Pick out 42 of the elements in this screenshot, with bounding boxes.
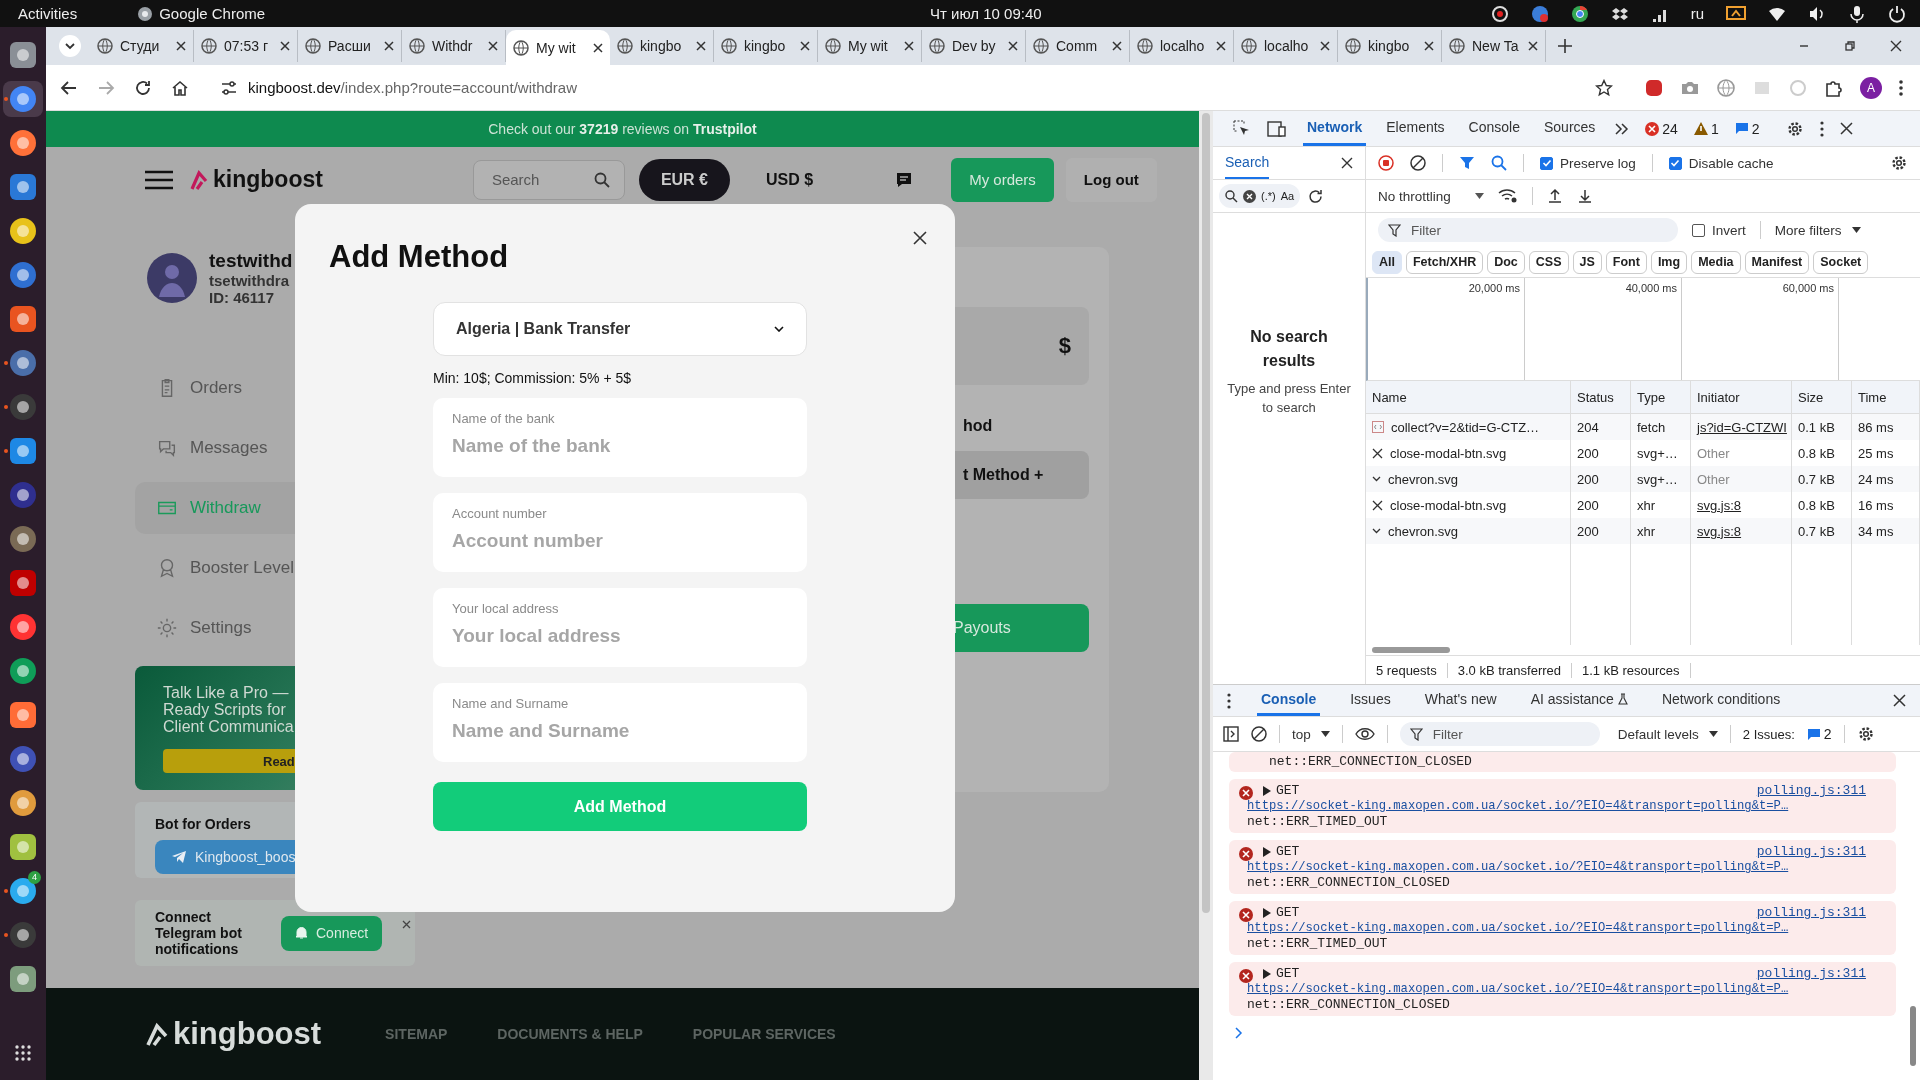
error-message: net::ERR_TIMED_OUT (1247, 936, 1389, 951)
summary-text: 5 requests (1366, 662, 1448, 678)
table-cell: 0.7 kB (1792, 466, 1852, 492)
table-cell: Other (1691, 466, 1792, 492)
table-cell: 200 (1571, 518, 1631, 544)
timeline-tick: 60,000 ms (1782, 282, 1834, 296)
timeline-tick: 40,000 ms (1625, 282, 1677, 296)
error-message: net::ERR_CONNECTION_CLOSED (1247, 997, 1451, 1012)
commission-note: Min: 10$; Commission: 5% + 5$ (433, 370, 633, 386)
timeline-tick: 20,000 ms (1468, 282, 1520, 296)
table-cell: 24 ms (1852, 466, 1920, 492)
user-login: tsetwithdra (209, 272, 290, 289)
section-heading: hod (962, 417, 994, 435)
issues-label: 2 Issues: (1742, 726, 1795, 742)
bot-title: Bot for Orders (155, 816, 252, 832)
field-label: Account number (452, 506, 548, 521)
table-cell: 0.7 kB (1792, 518, 1852, 544)
table-cell: xhr (1631, 518, 1691, 544)
empty-state-title: No search results (1249, 327, 1329, 371)
promo-text: Check out our 37219 reviews on Trustpilot (488, 121, 757, 137)
field-label: Name and Surname (452, 696, 570, 711)
modal-title: Add Method (329, 239, 510, 275)
console-error: net::ERR_CONNECTION_CLOSED (1229, 752, 1896, 772)
table-cell: 200 (1571, 466, 1631, 492)
field-label: Name of the bank (452, 411, 556, 426)
notification-badge: 4 (28, 871, 41, 884)
field-label: Your local address (452, 601, 560, 616)
user-id: ID: 46117 (209, 289, 276, 306)
table-cell: 86 ms (1852, 414, 1920, 440)
error-message: net::ERR_CONNECTION_CLOSED (1247, 875, 1451, 890)
table-cell: 34 ms (1852, 518, 1920, 544)
summary-text: 3.0 kB transferred (1447, 662, 1573, 678)
error-message: net::ERR_TIMED_OUT (1247, 814, 1389, 829)
empty-state-hint: Type and press Enter to search (1226, 380, 1352, 417)
table-cell: 0.1 kB (1792, 414, 1852, 440)
promo-title: Talk Like a Pro — Ready Scripts for Client Communica (163, 684, 295, 735)
user-name: testwithd (209, 250, 293, 272)
table-cell: fetch (1631, 414, 1691, 440)
connect-text: Connect Telegram bot notifications (155, 909, 243, 957)
table-cell: svg+… (1631, 466, 1691, 492)
summary-text: 1.1 kB resources (1572, 662, 1691, 678)
table-cell: 204 (1571, 414, 1631, 440)
